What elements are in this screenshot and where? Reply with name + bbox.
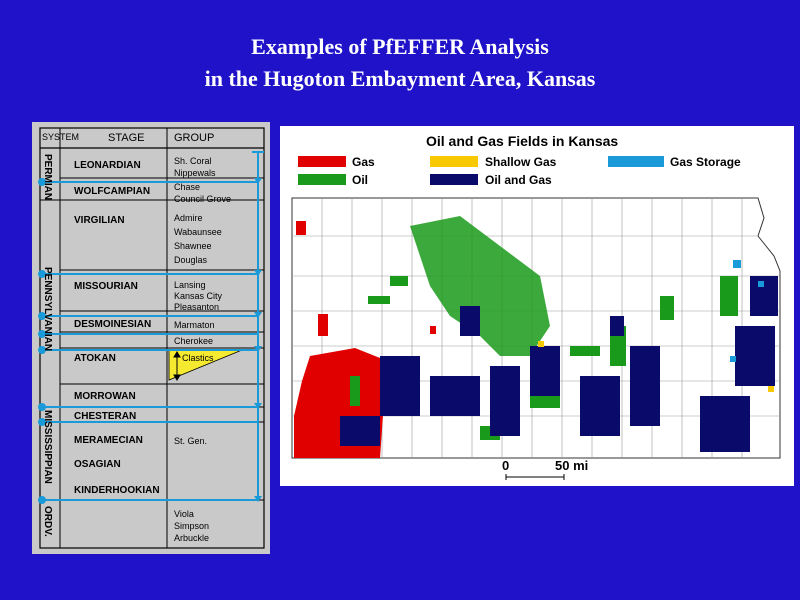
- map-legend: Gas Shallow Gas Gas Storage Oil Oil and …: [298, 155, 741, 187]
- group-label: Council Grove: [174, 194, 231, 204]
- group-label: St. Gen.: [174, 436, 207, 446]
- map-title: Oil and Gas Fields in Kansas: [426, 133, 618, 149]
- group-label: Lansing: [174, 280, 206, 290]
- group-label: Nippewals: [174, 168, 216, 178]
- legend-label-gas-storage: Gas Storage: [670, 155, 741, 169]
- system-ordovician: ORDV.: [42, 506, 53, 537]
- system-pennsylvanian: PENNSYLVANIAN: [42, 267, 53, 351]
- stage-label: DESMOINESIAN: [74, 319, 151, 330]
- header-stage: STAGE: [108, 132, 144, 144]
- legend-swatch-gas: [298, 156, 346, 167]
- group-label: Clastics: [182, 353, 214, 363]
- group-label: Cherokee: [174, 336, 213, 346]
- group-label: Pleasanton: [174, 302, 219, 312]
- legend-swatch-oil-and-gas: [430, 174, 478, 185]
- horizon-markers: [38, 151, 264, 504]
- scale-zero: 0: [502, 458, 509, 473]
- slide-title-line2: in the Hugoton Embayment Area, Kansas: [204, 66, 596, 91]
- stage-label: MORROWAN: [74, 391, 136, 402]
- group-label: Viola: [174, 509, 194, 519]
- group-label: Shawnee: [174, 241, 212, 251]
- legend-swatch-shallow-gas: [430, 156, 478, 167]
- stage-label: MISSOURIAN: [74, 281, 138, 292]
- kansas-fields-map: Oil and Gas Fields in Kansas Gas Shallow…: [280, 126, 794, 486]
- stage-label: MERAMECIAN: [74, 435, 143, 446]
- stage-label: VIRGILIAN: [74, 215, 125, 226]
- legend-label-oil-and-gas: Oil and Gas: [485, 173, 552, 187]
- legend-label-oil: Oil: [352, 173, 368, 187]
- group-label: Admire: [174, 213, 203, 223]
- group-label: Arbuckle: [174, 533, 209, 543]
- group-label: Kansas City: [174, 291, 223, 301]
- group-label: Simpson: [174, 521, 209, 531]
- system-mississippian: MISSISSIPPIAN: [42, 410, 53, 484]
- system-permian: PERMIAN: [42, 154, 53, 200]
- stratigraphic-column: SYSTEM STAGE GROUP PERMIAN PENNSYLVANIAN…: [32, 122, 270, 554]
- header-system: SYSTEM: [42, 132, 79, 142]
- legend-swatch-gas-storage: [608, 156, 664, 167]
- header-group: GROUP: [174, 132, 214, 144]
- scale-distance: 50 mi: [555, 458, 588, 473]
- scale-bar: 0 50 mi: [502, 458, 588, 480]
- group-label: Wabaunsee: [174, 227, 222, 237]
- stage-label: KINDERHOOKIAN: [74, 485, 160, 496]
- stage-label: WOLFCAMPIAN: [74, 186, 150, 197]
- stage-label: OSAGIAN: [74, 459, 121, 470]
- legend-label-shallow-gas: Shallow Gas: [485, 155, 557, 169]
- legend-label-gas: Gas: [352, 155, 375, 169]
- slide-title-line1: Examples of PfEFFER Analysis: [251, 34, 549, 59]
- stage-label: ATOKAN: [74, 353, 116, 364]
- stage-label: CHESTERAN: [74, 411, 136, 422]
- stage-label: LEONARDIAN: [74, 160, 141, 171]
- group-label: Marmaton: [174, 320, 215, 330]
- group-label: Sh. Coral: [174, 156, 212, 166]
- legend-swatch-oil: [298, 174, 346, 185]
- group-label: Chase: [174, 182, 200, 192]
- group-label: Douglas: [174, 255, 208, 265]
